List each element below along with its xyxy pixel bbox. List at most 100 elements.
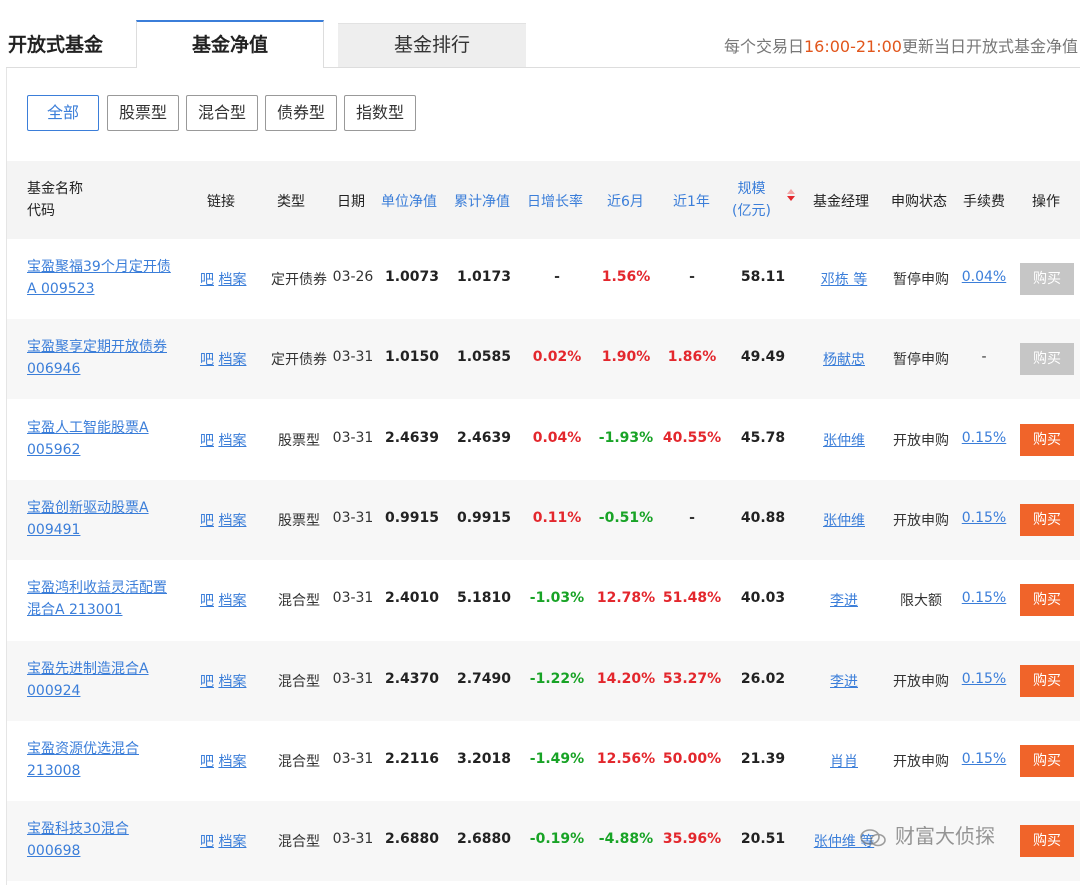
file-link[interactable]: 档案 [218,513,246,529]
watermark-text: 财富大侦探 [895,824,995,848]
col-scale[interactable]: 规模 (亿元) [732,178,771,222]
fund-code-line[interactable]: 006946 [27,358,167,380]
fund-code-line[interactable]: 混合A 213001 [27,599,167,621]
col-daily-growth[interactable]: 日增长率 [527,191,583,211]
bar-link[interactable]: 吧 [200,272,214,288]
fund-manager-link[interactable]: 李进 [804,590,884,610]
fund-name-line[interactable]: 宝盈科技30混合 [27,818,129,840]
file-link[interactable]: 档案 [218,754,246,770]
buy-button[interactable]: 购买 [1020,503,1074,536]
fund-code-line[interactable]: 000924 [27,680,149,702]
bar-link[interactable]: 吧 [200,513,214,529]
file-link[interactable]: 档案 [218,674,246,690]
fund-code-line[interactable]: 005962 [27,439,149,461]
nav-date: 03-31 [332,429,374,446]
fee-rate[interactable]: 0.15% [957,671,1011,687]
fund-name-link[interactable]: 宝盈聚福39个月定开债 A 009523 [27,256,171,300]
unit-nav: 2.4370 [384,670,440,687]
file-link[interactable]: 档案 [218,352,246,368]
return-1y: 1.86% [667,349,717,366]
purchase-status: 开放申购 [893,673,949,690]
link-group: 吧 档案 [200,510,246,530]
fee-rate[interactable]: 0.04% [957,269,1011,285]
filter-all-button[interactable]: 全部 [27,95,99,131]
daily-growth: 0.02% [532,349,582,366]
fund-manager-link[interactable]: 李进 [804,671,884,691]
tab-fund-nav[interactable]: 基金净值 [136,20,324,68]
bar-link[interactable]: 吧 [200,433,214,449]
fund-code-line[interactable]: A 009523 [27,278,171,300]
notice-suffix: 更新当日开放式基金净值 [901,37,1078,56]
fund-name-line[interactable]: 宝盈创新驱动股票A [27,497,149,519]
tab-fund-ranking[interactable]: 基金排行 [338,23,526,68]
filter-hybrid-button[interactable]: 混合型 [186,95,258,131]
col-1y[interactable]: 近1年 [673,191,710,211]
accumulated-nav: 1.0585 [456,349,512,366]
fund-manager-link[interactable]: 肖肖 [804,751,884,771]
unit-nav: 2.4010 [384,590,440,607]
file-link[interactable]: 档案 [218,593,246,609]
return-6m: 1.90% [601,349,651,366]
table-row: 宝盈鸿利收益灵活配置 混合A 213001 吧 档案 混合型 03-31 2.4010 5.… [7,560,1080,640]
fund-manager-link[interactable]: 杨献忠 [804,349,884,369]
daily-growth: -1.22% [529,670,585,687]
fund-manager-link[interactable]: 邓栋 等 [804,269,884,289]
fund-name-line[interactable]: 宝盈人工智能股票A [27,417,149,439]
fund-name-link[interactable]: 宝盈先进制造混合A 000924 [27,658,149,702]
fund-name-link[interactable]: 宝盈人工智能股票A 005962 [27,417,149,461]
fee-rate[interactable]: 0.15% [957,430,1011,446]
fund-name-link[interactable]: 宝盈聚享定期开放债券 006946 [27,336,167,380]
content-panel: 全部 股票型 混合型 债券型 指数型 基金名称 代码 链接 类型 日期 单位净值… [6,68,1080,885]
filter-bond-button[interactable]: 债券型 [265,95,337,131]
filter-index-button[interactable]: 指数型 [344,95,416,131]
filter-stock-button[interactable]: 股票型 [107,95,179,131]
nav-date: 03-31 [332,349,374,366]
return-1y: 51.48% [662,590,722,607]
col-status: 申购状态 [891,194,947,210]
fund-name-link[interactable]: 宝盈资源优选混合 213008 [27,738,139,782]
fund-code-line[interactable]: 213008 [27,760,139,782]
return-6m: 12.78% [596,590,656,607]
file-link[interactable]: 档案 [218,272,246,288]
fund-name-link[interactable]: 宝盈创新驱动股票A 009491 [27,497,149,541]
bar-link[interactable]: 吧 [200,834,214,850]
col-nav[interactable]: 单位净值 [381,191,437,211]
buy-button[interactable]: 购买 [1020,744,1074,777]
fund-type: 混合型 [278,593,320,610]
bar-link[interactable]: 吧 [200,352,214,368]
fund-name-line[interactable]: 宝盈资源优选混合 [27,738,139,760]
fee-rate[interactable]: 0.15% [957,751,1011,767]
fund-name-link[interactable]: 宝盈科技30混合 000698 [27,818,129,862]
fund-code-line[interactable]: 009491 [27,519,149,541]
fund-name-line[interactable]: 宝盈聚享定期开放债券 [27,336,167,358]
buy-button[interactable]: 购买 [1020,664,1074,697]
fee-rate[interactable]: 0.15% [957,590,1011,606]
buy-button[interactable]: 购买 [1020,423,1074,456]
fund-name-link[interactable]: 宝盈鸿利收益灵活配置 混合A 213001 [27,577,167,621]
sort-desc-icon[interactable] [786,187,796,203]
bar-link[interactable]: 吧 [200,754,214,770]
buy-button[interactable]: 购买 [1020,343,1074,376]
fund-manager-link[interactable]: 张仲维 [804,510,884,530]
col-6m[interactable]: 近6月 [607,191,644,211]
col-acc-nav[interactable]: 累计净值 [454,191,510,211]
return-1y: 40.55% [662,429,722,446]
unit-nav: 2.4639 [384,429,440,446]
fund-manager-link[interactable]: 张仲维 [804,430,884,450]
table-row: 宝盈先进制造混合A 000924 吧 档案 混合型 03-31 2.4370 2.7490-… [7,640,1080,721]
fund-name-line[interactable]: 宝盈鸿利收益灵活配置 [27,577,167,599]
fund-code-line[interactable]: 000698 [27,840,129,862]
buy-button[interactable]: 购买 [1020,584,1074,617]
fund-scale: 58.11 [740,269,786,285]
bar-link[interactable]: 吧 [200,593,214,609]
buy-button[interactable]: 购买 [1020,263,1074,295]
file-link[interactable]: 档案 [218,433,246,449]
fee-rate[interactable]: 0.15% [957,510,1011,526]
accumulated-nav: 0.9915 [456,509,512,526]
bar-link[interactable]: 吧 [200,674,214,690]
fund-name-line[interactable]: 宝盈先进制造混合A [27,658,149,680]
fund-type: 定开债券 [271,272,327,288]
file-link[interactable]: 档案 [218,834,246,850]
fee-rate: - [981,349,987,366]
fund-name-line[interactable]: 宝盈聚福39个月定开债 [27,256,171,278]
